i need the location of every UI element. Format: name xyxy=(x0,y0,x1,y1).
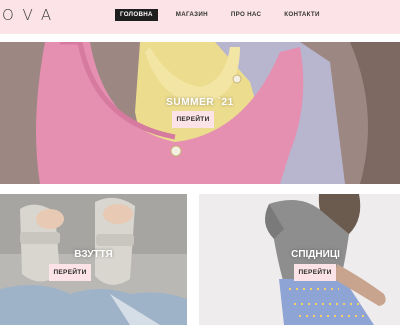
hero-cta-button[interactable]: ПЕРЕЙТИ xyxy=(172,111,214,128)
logo[interactable]: OVA xyxy=(2,6,60,24)
nav-about[interactable]: ПРО НАС xyxy=(226,9,266,21)
category-card-skirts[interactable]: СПІДНИЦІ ПЕРЕЙТИ xyxy=(199,194,400,325)
main-nav: ГОЛОВНА МАГАЗИН ПРО НАС КОНТАКТИ xyxy=(115,9,338,22)
shoes-cta-button[interactable]: ПЕРЕЙТИ xyxy=(49,264,91,281)
site-header: OVA ГОЛОВНА МАГАЗИН ПРО НАС КОНТАКТИ xyxy=(0,0,400,34)
nav-home[interactable]: ГОЛОВНА xyxy=(115,9,158,22)
nav-shop[interactable]: МАГАЗИН xyxy=(171,9,213,21)
hero-title: SUMMER `21 xyxy=(166,97,234,108)
hero-banner: SUMMER `21 ПЕРЕЙТИ xyxy=(0,42,400,184)
category-card-shoes[interactable]: ВЗУТТЯ ПЕРЕЙТИ xyxy=(0,194,187,325)
skirts-cta-button[interactable]: ПЕРЕЙТИ xyxy=(294,264,336,281)
skirts-title: СПІДНИЦІ xyxy=(291,249,340,260)
nav-contacts[interactable]: КОНТАКТИ xyxy=(279,9,324,21)
shoes-title: ВЗУТТЯ xyxy=(74,249,113,260)
